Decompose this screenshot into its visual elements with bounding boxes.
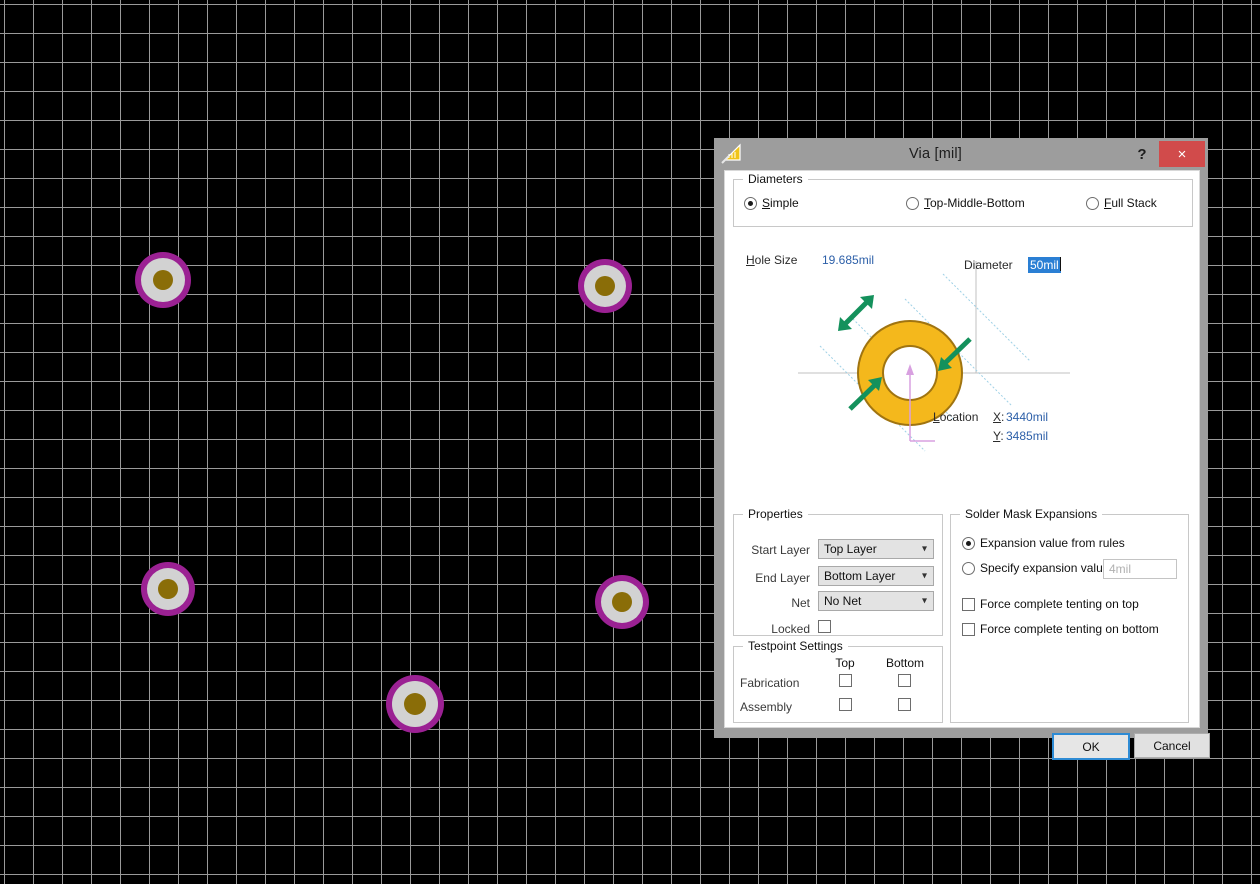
net-label: Net xyxy=(791,596,810,610)
ruler-triangle-icon xyxy=(720,143,746,165)
diameters-group: Diameters Simple Top-Middle-Bottom Full … xyxy=(733,172,1193,227)
radio-full-stack-indicator[interactable] xyxy=(1086,196,1099,210)
via-pad xyxy=(601,581,643,623)
via-hole xyxy=(612,592,632,612)
dialog-body: Diameters Simple Top-Middle-Bottom Full … xyxy=(724,170,1210,760)
hole-size-value[interactable]: 19.685mil xyxy=(822,253,874,267)
testpoint-col-top: Top xyxy=(835,656,855,670)
chevron-down-icon: ▾ xyxy=(921,543,927,555)
testpoint-row-assembly-label: Assembly xyxy=(740,700,793,714)
via-properties-dialog: Via [mil] ? × Diameters Simple Top-Middl… xyxy=(714,138,1210,760)
ok-button[interactable]: OK xyxy=(1052,733,1130,760)
testpoint-row-fabrication-label: Fabrication xyxy=(740,676,800,690)
checkbox-force-tenting-top[interactable]: Force complete tenting on top xyxy=(962,597,1139,611)
end-layer-select[interactable]: Bottom Layer ▾ xyxy=(818,566,934,586)
dialog-title: Via [mil] xyxy=(908,146,963,162)
net-select[interactable]: No Net ▾ xyxy=(818,591,934,611)
location-label: Location xyxy=(933,410,979,424)
start-layer-value: Top Layer xyxy=(824,542,877,556)
radio-top-middle-bottom[interactable]: Top-Middle-Bottom xyxy=(906,196,1025,210)
properties-group: Properties Start Layer Top Layer ▾ End L… xyxy=(733,507,943,636)
locked-label: Locked xyxy=(771,622,810,636)
chevron-down-icon: ▾ xyxy=(921,595,927,607)
testpoint-settings-group: Testpoint Settings Top Bottom Fabricatio… xyxy=(733,639,943,723)
radio-full-stack[interactable]: Full Stack xyxy=(1086,196,1157,210)
radio-expansion-from-rules[interactable]: Expansion value from rules xyxy=(962,536,1125,550)
via-hole xyxy=(595,276,615,296)
via-hole xyxy=(404,693,426,715)
diameter-input[interactable]: 50mil xyxy=(1028,257,1061,273)
testpoint-col-bottom: Bottom xyxy=(885,656,924,670)
testpoint-fabrication-bottom-checkbox[interactable] xyxy=(898,674,911,687)
radio-top-middle-bottom-indicator[interactable] xyxy=(906,196,919,210)
via-object[interactable] xyxy=(595,575,649,629)
end-layer-value: Bottom Layer xyxy=(824,569,896,583)
help-button[interactable]: ? xyxy=(1125,138,1159,170)
start-layer-label: Start Layer xyxy=(751,543,810,557)
dialog-titlebar[interactable]: Via [mil] ? × xyxy=(714,138,1208,170)
radio-simple-label: Simple xyxy=(762,196,799,210)
testpoint-legend: Testpoint Settings xyxy=(743,639,848,653)
location-x-value[interactable]: 3440mil xyxy=(1006,410,1048,424)
radio-top-middle-bottom-label: Top-Middle-Bottom xyxy=(924,196,1025,210)
via-hole xyxy=(158,579,178,599)
via-pad xyxy=(584,265,626,307)
solder-mask-legend: Solder Mask Expansions xyxy=(960,507,1103,521)
via-preview-diagram: Hole Size 19.685mil Diameter 50mil Locat… xyxy=(740,253,1195,491)
start-layer-select[interactable]: Top Layer ▾ xyxy=(818,539,934,559)
via-object[interactable] xyxy=(386,675,444,733)
via-object[interactable] xyxy=(141,562,195,616)
cancel-button[interactable]: Cancel xyxy=(1134,733,1210,758)
radio-simple-indicator[interactable] xyxy=(744,196,757,210)
checkbox-force-tenting-bottom[interactable]: Force complete tenting on bottom xyxy=(962,622,1159,636)
diameter-input-caret xyxy=(1060,257,1061,271)
testpoint-assembly-top-checkbox[interactable] xyxy=(839,698,852,711)
chevron-down-icon: ▾ xyxy=(921,570,927,582)
via-pad xyxy=(392,681,438,727)
radio-specify-expansion-value[interactable]: Specify expansion value xyxy=(962,561,1109,575)
force-tenting-top-checkbox[interactable] xyxy=(962,597,975,611)
diameter-label: Diameter xyxy=(964,258,1013,272)
location-y-value[interactable]: 3485mil xyxy=(1006,429,1048,443)
radio-specify-expansion-value-indicator[interactable] xyxy=(962,561,975,575)
via-hole xyxy=(153,270,173,290)
radio-expansion-from-rules-indicator[interactable] xyxy=(962,536,975,550)
location-y-label: Y: xyxy=(993,429,1004,443)
properties-legend: Properties xyxy=(743,507,808,521)
testpoint-assembly-bottom-checkbox[interactable] xyxy=(898,698,911,711)
via-pad xyxy=(147,568,189,610)
specify-expansion-value-input[interactable]: 4mil xyxy=(1103,559,1177,579)
via-object[interactable] xyxy=(578,259,632,313)
radio-simple[interactable]: Simple xyxy=(744,196,799,210)
testpoint-fabrication-top-checkbox[interactable] xyxy=(839,674,852,687)
radio-specify-expansion-value-label: Specify expansion value xyxy=(980,561,1110,575)
via-object[interactable] xyxy=(135,252,191,308)
solder-mask-expansions-group: Solder Mask Expansions Expansion value f… xyxy=(950,507,1189,723)
force-tenting-top-label: Force complete tenting on top xyxy=(980,597,1139,611)
location-x-label: X: xyxy=(993,410,1005,424)
diameters-legend: Diameters xyxy=(743,172,808,186)
locked-checkbox[interactable] xyxy=(818,620,831,633)
hole-size-label: Hole Size xyxy=(746,253,798,267)
via-pad xyxy=(141,258,185,302)
force-tenting-bottom-label: Force complete tenting on bottom xyxy=(980,622,1159,636)
specify-expansion-value-placeholder: 4mil xyxy=(1109,562,1132,576)
end-layer-label: End Layer xyxy=(755,571,810,585)
via-preview-svg xyxy=(798,261,1070,452)
radio-expansion-from-rules-label: Expansion value from rules xyxy=(980,536,1125,550)
net-value: No Net xyxy=(824,594,862,608)
radio-full-stack-label: Full Stack xyxy=(1104,196,1157,210)
close-button[interactable]: × xyxy=(1159,141,1205,167)
force-tenting-bottom-checkbox[interactable] xyxy=(962,622,975,636)
